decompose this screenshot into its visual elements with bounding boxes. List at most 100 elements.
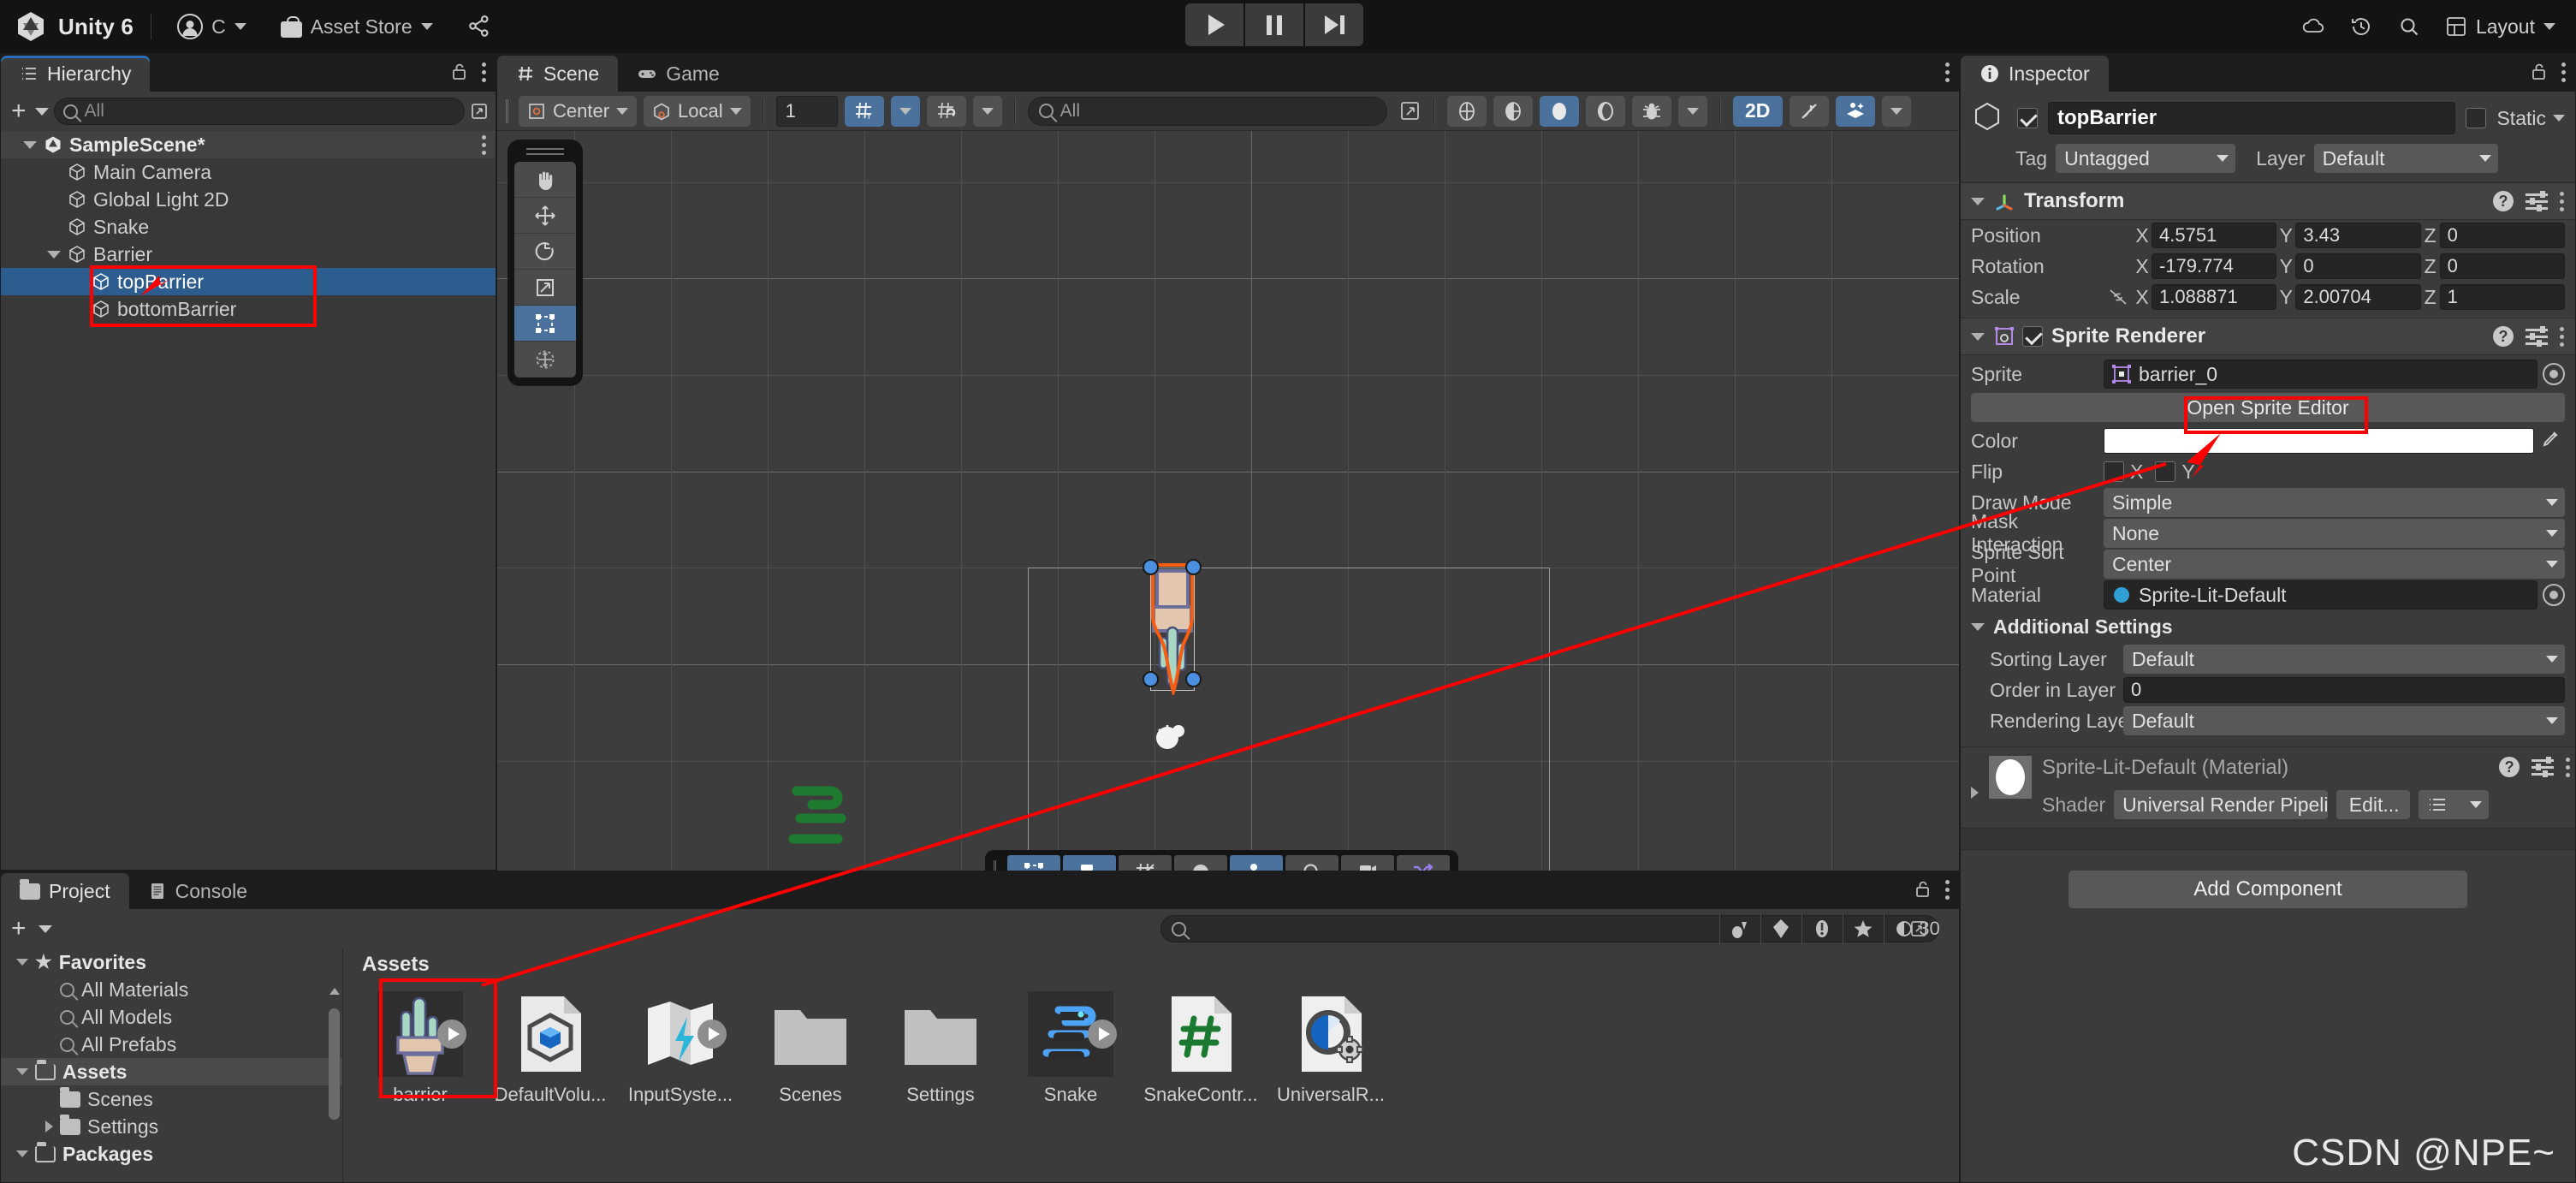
transform-scale-y-input[interactable]: 2.00704	[2295, 284, 2421, 310]
scene-context-menu-icon[interactable]	[482, 134, 487, 156]
tab-inspector[interactable]: Inspector	[1961, 56, 2109, 92]
hand-tool-button[interactable]	[514, 162, 576, 198]
transform-scale-x-input[interactable]: 1.088871	[2152, 284, 2277, 310]
filter-favorites-icon[interactable]	[1843, 914, 1882, 943]
scene-search-expand-icon[interactable]	[1399, 100, 1422, 122]
expand-triangle-icon[interactable]	[1971, 787, 1979, 799]
hierarchy-item-global-light-2d[interactable]: Global Light 2D	[1, 186, 496, 213]
collapse-triangle-icon[interactable]	[16, 1068, 28, 1075]
filter-by-label-icon[interactable]	[1760, 914, 1800, 943]
transform-rotation-x-input[interactable]: -179.774	[2152, 253, 2277, 279]
sprite-renderer-enabled-checkbox[interactable]	[2022, 326, 2043, 347]
rect-handle-tr[interactable]	[1185, 559, 1202, 575]
filter-warnings-icon[interactable]	[1801, 914, 1841, 943]
expand-icon[interactable]	[470, 102, 489, 121]
transform-scale-z-input[interactable]: 1	[2439, 284, 2565, 310]
open-sprite-editor-button[interactable]: Open Sprite Editor	[1971, 393, 2565, 422]
project-tree-item-settings[interactable]: Settings	[1, 1113, 342, 1140]
collapse-triangle-icon[interactable]	[16, 1150, 28, 1157]
rect-handle-br[interactable]	[1185, 671, 1202, 687]
hierarchy-item-topbarrier[interactable]: topBarrier	[1, 268, 496, 295]
project-tree-item-scenes[interactable]: Scenes	[1, 1085, 342, 1113]
hierarchy-item-barrier[interactable]: Barrier	[1, 241, 496, 268]
rotate-tool-button[interactable]	[514, 234, 576, 270]
grid-snap-button[interactable]	[926, 95, 966, 127]
debug-toggle-button[interactable]	[1631, 95, 1671, 127]
pause-button[interactable]	[1245, 3, 1303, 46]
rect-handle-tl[interactable]	[1143, 559, 1159, 575]
asset-expand-icon[interactable]	[437, 1020, 466, 1049]
add-component-button[interactable]: Add Component	[2069, 871, 2467, 908]
help-icon[interactable]: ?	[2493, 326, 2514, 347]
scene-fx-dropdown[interactable]	[1881, 95, 1911, 127]
collapse-triangle-icon[interactable]	[16, 959, 28, 966]
object-picker-icon[interactable]	[2543, 584, 2565, 606]
rect-tool-button[interactable]	[514, 306, 576, 342]
lock-open-icon[interactable]	[1913, 879, 1933, 900]
play-button[interactable]	[1185, 3, 1243, 46]
move-tool-button[interactable]	[514, 198, 576, 234]
tab-console[interactable]: Console	[129, 873, 266, 909]
asset-item-scenes[interactable]: Scenes	[745, 986, 875, 1106]
transform-position-z-input[interactable]: 0	[2439, 223, 2565, 248]
sprite-renderer-component-header[interactable]: Sprite Renderer ?	[1961, 318, 2575, 355]
history-icon[interactable]	[2339, 4, 2383, 49]
preset-icon[interactable]	[2531, 757, 2555, 777]
scene-viewport[interactable]	[497, 131, 1959, 907]
share-nodes-icon[interactable]	[457, 4, 502, 49]
tab-game[interactable]: Game	[618, 56, 739, 92]
project-tree-item-favorites[interactable]: ★ Favorites	[1, 948, 342, 976]
collapse-triangle-icon[interactable]	[47, 250, 61, 259]
order-in-layer-input[interactable]: 0	[2123, 677, 2565, 703]
lock-open-icon[interactable]	[449, 62, 470, 82]
draw-mode-dropdown[interactable]: Simple	[2104, 488, 2565, 517]
material-object-field[interactable]: Sprite-Lit-Default	[2104, 580, 2537, 609]
chevron-down-icon[interactable]	[38, 924, 52, 933]
rendering-layer-dropdown[interactable]: Default	[2123, 706, 2565, 735]
asset-expand-icon[interactable]	[1088, 1020, 1117, 1049]
gameobject-active-checkbox[interactable]	[2017, 108, 2038, 128]
eyedropper-icon[interactable]	[2541, 428, 2565, 454]
lighting-toggle-button[interactable]	[1539, 95, 1579, 127]
asset-expand-icon[interactable]	[697, 1020, 727, 1049]
scene-search-input[interactable]: All	[1027, 96, 1387, 126]
transform-tool-button[interactable]	[514, 342, 576, 377]
cloud-icon[interactable]	[2291, 4, 2336, 49]
inspector-menu-icon[interactable]	[2561, 61, 2567, 83]
project-tree-item-all-materials[interactable]: All Materials	[1, 976, 342, 1003]
shader-edit-button[interactable]: Edit...	[2336, 790, 2411, 819]
scene-menu-icon[interactable]	[1945, 61, 1950, 83]
account-menu[interactable]: C	[169, 8, 255, 45]
sorting-layer-dropdown[interactable]: Default	[2123, 645, 2565, 674]
search-icon[interactable]	[2387, 4, 2431, 49]
asset-item-settings[interactable]: Settings	[875, 986, 1006, 1106]
grid-axis-button[interactable]: Y	[844, 95, 884, 127]
step-button[interactable]	[1305, 3, 1363, 46]
layer-dropdown[interactable]: Default	[2313, 144, 2498, 173]
chevron-down-icon[interactable]	[34, 107, 49, 116]
layout-menu[interactable]: Layout	[2435, 4, 2566, 49]
tab-project[interactable]: Project	[1, 873, 129, 909]
collapse-triangle-icon[interactable]	[1971, 332, 1985, 341]
component-menu-icon[interactable]	[2560, 190, 2565, 212]
hierarchy-menu-icon[interactable]	[482, 61, 487, 83]
tag-dropdown[interactable]: Untagged	[2056, 144, 2236, 173]
scene-fx-button[interactable]	[1835, 95, 1875, 127]
fx-toggle-button[interactable]	[1493, 95, 1533, 127]
help-icon[interactable]: ?	[2499, 757, 2520, 777]
shader-presets-dropdown[interactable]	[2419, 790, 2490, 819]
asset-item-defaultvolu[interactable]: DefaultVolu...	[485, 986, 615, 1106]
collapse-triangle-icon[interactable]	[1971, 197, 1985, 205]
tab-hierarchy[interactable]: Hierarchy	[1, 56, 151, 92]
project-menu-icon[interactable]	[1945, 878, 1950, 901]
transform-position-x-input[interactable]: 4.5751	[2152, 223, 2277, 248]
mask-interaction-dropdown[interactable]: None	[2104, 519, 2565, 548]
color-swatch[interactable]	[2104, 428, 2534, 454]
asset-item-barrier[interactable]: barrier	[355, 986, 485, 1106]
hierarchy-item-main-camera[interactable]: Main Camera	[1, 158, 496, 186]
sprite-object-field[interactable]: barrier_0	[2104, 360, 2537, 389]
help-icon[interactable]: ?	[2493, 191, 2514, 211]
flip-x-checkbox[interactable]	[2104, 461, 2124, 482]
hierarchy-search-input[interactable]: All	[53, 98, 465, 125]
collapse-triangle-icon[interactable]	[1971, 623, 1985, 631]
